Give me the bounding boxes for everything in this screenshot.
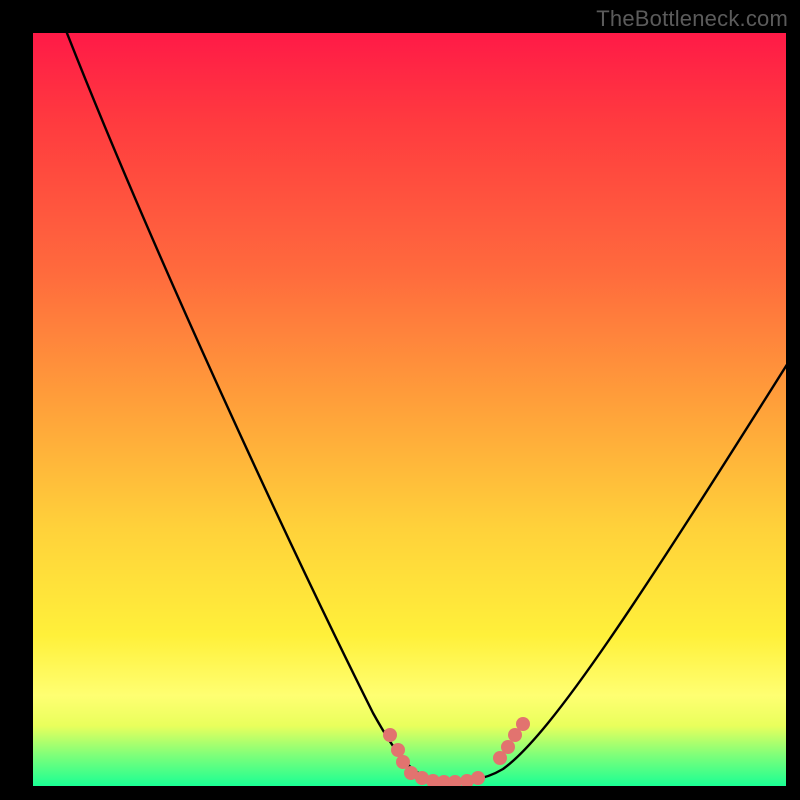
- bottleneck-curve: [33, 33, 786, 786]
- watermark-text: TheBottleneck.com: [596, 6, 788, 32]
- curve-path: [63, 33, 786, 781]
- chart-frame: TheBottleneck.com: [0, 0, 800, 800]
- valley-markers: [383, 717, 530, 786]
- plot-area: [33, 33, 786, 786]
